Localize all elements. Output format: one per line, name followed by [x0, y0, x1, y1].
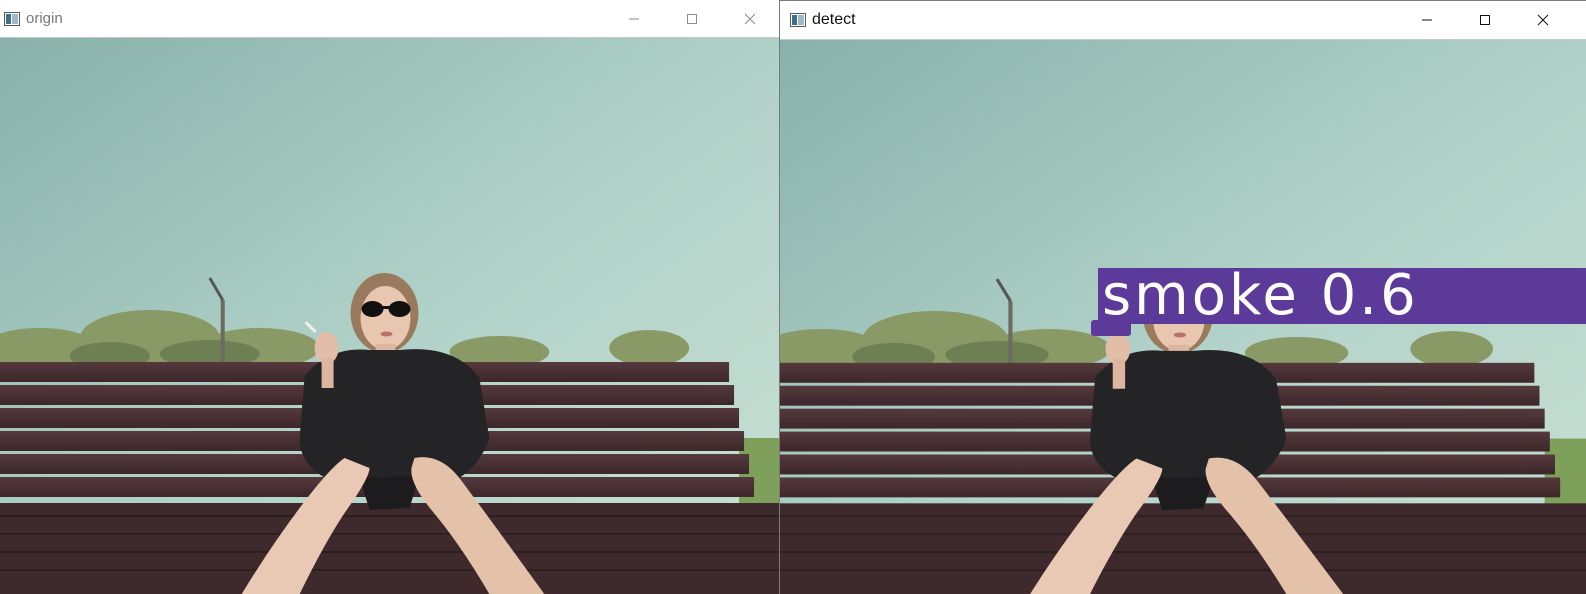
title-bar[interactable]: origin [0, 0, 779, 38]
window-detect: detect smoke 0.6 [779, 0, 1586, 594]
window-title: origin [26, 10, 63, 27]
minimize-button[interactable] [1398, 1, 1456, 38]
window-origin: origin [0, 0, 779, 594]
maximize-icon [687, 13, 697, 24]
maximize-icon [1480, 14, 1490, 25]
minimize-icon [629, 18, 639, 19]
detect-image: smoke 0.6 [780, 40, 1586, 594]
window-title: detect [812, 11, 856, 28]
scene-image [0, 38, 779, 594]
close-icon [1537, 14, 1549, 25]
minimize-icon [1422, 19, 1432, 20]
close-button[interactable] [1514, 1, 1572, 38]
maximize-button[interactable] [1456, 1, 1514, 38]
window-controls [1398, 1, 1572, 38]
origin-image [0, 38, 779, 594]
close-icon [744, 13, 756, 24]
minimize-button[interactable] [605, 0, 663, 37]
close-button[interactable] [721, 0, 779, 37]
title-bar[interactable]: detect [780, 1, 1586, 40]
maximize-button[interactable] [663, 0, 721, 37]
detection-label: smoke 0.6 [1098, 268, 1586, 324]
window-controls [605, 0, 779, 37]
app-icon [4, 12, 20, 26]
app-icon [790, 13, 806, 27]
